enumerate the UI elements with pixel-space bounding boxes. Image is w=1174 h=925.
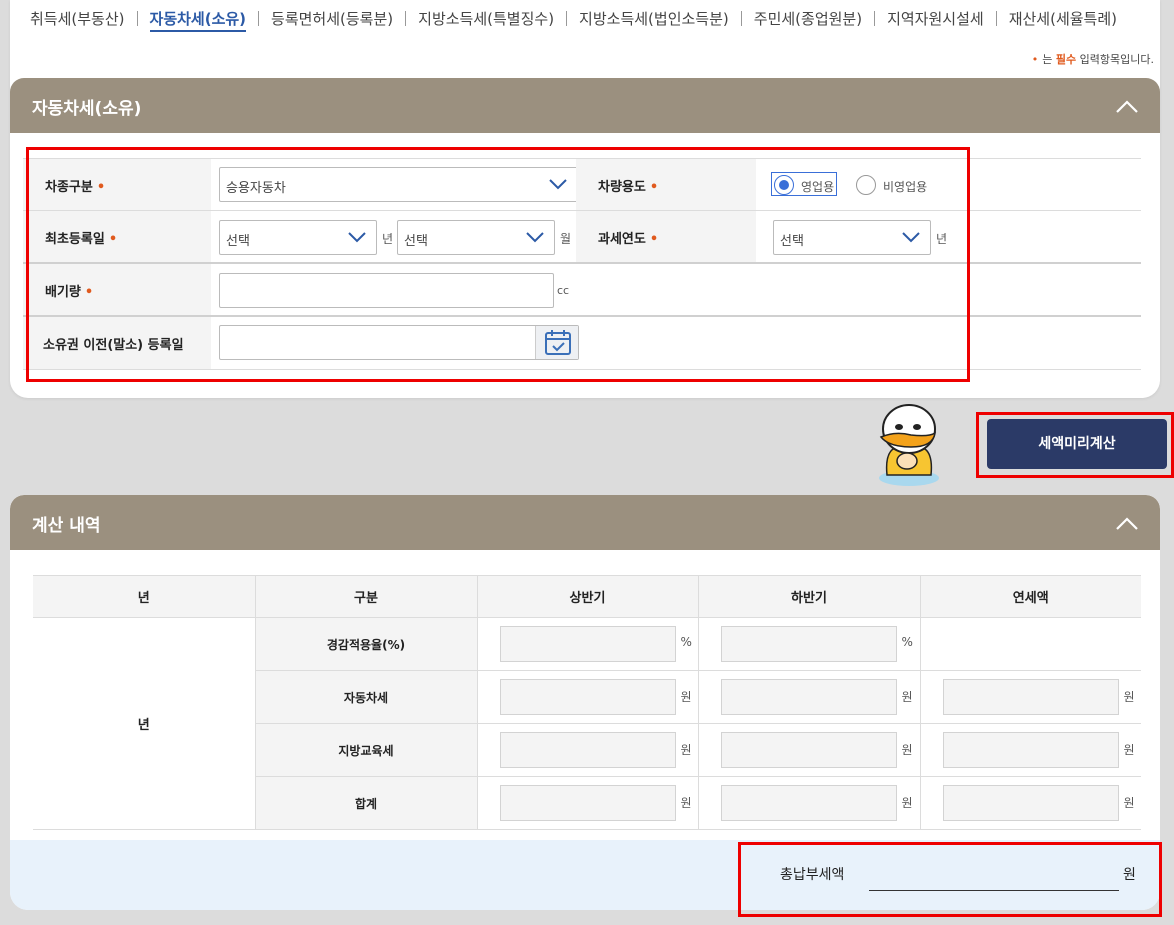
result-field <box>720 785 897 821</box>
required-dot: • <box>1031 53 1039 66</box>
year-cell: 년 <box>33 617 255 830</box>
tab-separator <box>136 11 138 26</box>
header-year: 년 <box>33 575 255 618</box>
annual-cell: 원 <box>919 723 1141 777</box>
required-fields-note: • 는 필수 입력항목입니다. <box>1032 51 1154 67</box>
tab-property-tax[interactable]: 재산세(세율특례) <box>1009 8 1117 29</box>
collapse-chevron-icon[interactable] <box>1116 517 1138 530</box>
tab-registration-tax[interactable]: 등록면허세(등록분) <box>271 8 393 29</box>
second-half-cell: 원 <box>697 670 920 724</box>
highlight-form-box <box>26 147 970 382</box>
result-field <box>942 732 1119 768</box>
first-half-cell: % <box>476 617 698 671</box>
result-table: 년 구분 상반기 하반기 연세액 년 경감적용율(%) % % 자동차세 원 원… <box>33 575 1141 830</box>
table-header-row: 년 구분 상반기 하반기 연세액 <box>33 575 1141 618</box>
result-field <box>942 785 1119 821</box>
row-label: 경감적용율(%) <box>254 617 477 671</box>
tab-separator <box>874 11 876 26</box>
annual-cell: 원 <box>919 776 1141 830</box>
result-field <box>499 679 676 715</box>
tab-separator <box>566 11 568 26</box>
header-category: 구분 <box>254 575 477 618</box>
required-note-prefix: 는 <box>1042 53 1053 66</box>
tab-separator <box>995 11 997 26</box>
header-second-half: 하반기 <box>697 575 920 618</box>
tab-separator <box>258 11 260 26</box>
header-annual: 연세액 <box>919 575 1141 618</box>
row-label: 지방교육세 <box>254 723 477 777</box>
table-row: 년 경감적용율(%) % % <box>33 617 1141 830</box>
tab-local-income-tax-corporate[interactable]: 지방소득세(법인소득분) <box>579 8 729 29</box>
second-half-cell: 원 <box>697 723 920 777</box>
result-field <box>720 626 897 662</box>
tab-acquisition-tax[interactable]: 취득세(부동산) <box>30 8 125 29</box>
first-half-cell: 원 <box>476 723 698 777</box>
collapse-chevron-icon[interactable] <box>1116 100 1138 113</box>
form-section-title: 자동차세(소유) <box>32 99 142 119</box>
tab-resident-tax[interactable]: 주민세(종업원분) <box>754 8 862 29</box>
result-field <box>720 679 897 715</box>
second-half-cell: % <box>697 617 920 671</box>
form-section-header[interactable]: 자동차세(소유) <box>10 78 1160 133</box>
result-field <box>499 785 676 821</box>
tab-vehicle-tax[interactable]: 자동차세(소유) <box>149 8 247 32</box>
tab-local-income-tax-special[interactable]: 지방소득세(특별징수) <box>418 8 554 29</box>
first-half-cell: 원 <box>476 776 698 830</box>
annual-cell: 원 <box>919 670 1141 724</box>
tab-regional-resource-tax[interactable]: 지역자원시설세 <box>887 8 984 29</box>
result-field <box>942 679 1119 715</box>
highlight-total-box <box>738 842 1162 917</box>
result-section-title: 계산 내역 <box>32 516 101 536</box>
tax-type-tabs: 취득세(부동산) 자동차세(소유) 등록면허세(등록분) 지방소득세(특별징수) 지방소… <box>30 8 1160 32</box>
result-section-header[interactable]: 계산 내역 <box>10 495 1160 550</box>
row-label: 합계 <box>254 776 477 830</box>
required-note-suffix: 입력항목입니다. <box>1079 53 1154 66</box>
tab-separator <box>740 11 742 26</box>
first-half-cell: 원 <box>476 670 698 724</box>
second-half-cell: 원 <box>697 776 920 830</box>
mascot-character-icon <box>879 404 939 486</box>
row-label: 자동차세 <box>254 670 477 724</box>
annual-cell-empty <box>919 617 1141 671</box>
result-field <box>499 626 676 662</box>
result-field <box>720 732 897 768</box>
required-note-highlight: 필수 <box>1055 53 1077 66</box>
result-field <box>499 732 676 768</box>
tab-separator <box>405 11 407 26</box>
highlight-calc-button <box>976 412 1174 478</box>
header-first-half: 상반기 <box>476 575 698 618</box>
